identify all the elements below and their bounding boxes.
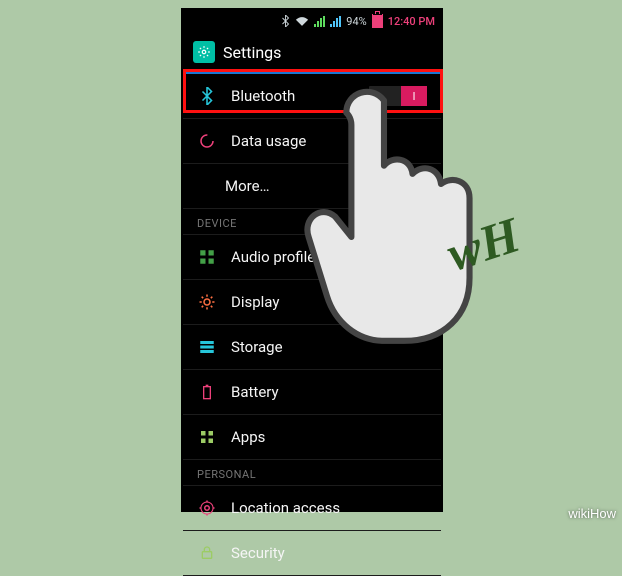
phone-screen: 94% 12:40 PM Settings Bluetooth I Data u… [183, 10, 441, 510]
watermark: wikiHow [568, 506, 616, 521]
storage-label: Storage [231, 338, 427, 356]
clock: 12:40 PM [388, 15, 435, 28]
battery-icon [372, 14, 383, 28]
battery-label: Battery [231, 383, 427, 401]
audio-profiles-label: Audio profiles [231, 248, 427, 266]
status-bar: 94% 12:40 PM [183, 10, 441, 32]
bluetooth-status-icon [281, 15, 290, 27]
page-title: Settings [223, 43, 281, 62]
bluetooth-label: Bluetooth [231, 87, 355, 105]
storage-row[interactable]: Storage [183, 325, 441, 370]
battery-percent: 94% [346, 15, 366, 28]
display-row[interactable]: Display [183, 280, 441, 325]
data-usage-row[interactable]: Data usage [183, 119, 441, 164]
location-access-row[interactable]: Location access [183, 486, 441, 531]
toggle-knob: I [401, 86, 427, 106]
data-usage-label: Data usage [231, 132, 427, 150]
data-usage-icon [197, 131, 217, 151]
bluetooth-row[interactable]: Bluetooth I [183, 74, 441, 119]
apps-row[interactable]: Apps [183, 415, 441, 460]
security-row[interactable]: Security [183, 531, 441, 576]
bluetooth-icon [197, 86, 217, 106]
display-icon [197, 292, 217, 312]
settings-list: Bluetooth I Data usage More… DEVICE Audi… [183, 74, 441, 576]
location-icon [197, 498, 217, 518]
settings-app-icon [193, 41, 215, 63]
storage-icon [197, 337, 217, 357]
apps-icon [197, 427, 217, 447]
bluetooth-toggle[interactable]: I [369, 86, 427, 106]
battery-icon [197, 382, 217, 402]
signal-1-icon [314, 16, 325, 27]
security-icon [197, 543, 217, 563]
security-label: Security [231, 544, 427, 562]
display-label: Display [231, 293, 427, 311]
personal-header: PERSONAL [183, 460, 441, 486]
audio-profiles-icon [197, 247, 217, 267]
app-bar: Settings [183, 32, 441, 74]
more-label: More… [225, 177, 427, 195]
battery-row[interactable]: Battery [183, 370, 441, 415]
apps-label: Apps [231, 428, 427, 446]
device-header: DEVICE [183, 209, 441, 235]
audio-profiles-row[interactable]: Audio profiles [183, 235, 441, 280]
hand-label: wH [440, 205, 527, 282]
more-row[interactable]: More… [183, 164, 441, 209]
location-access-label: Location access [231, 499, 427, 517]
wifi-status-icon [295, 16, 309, 27]
signal-2-icon [330, 16, 341, 27]
